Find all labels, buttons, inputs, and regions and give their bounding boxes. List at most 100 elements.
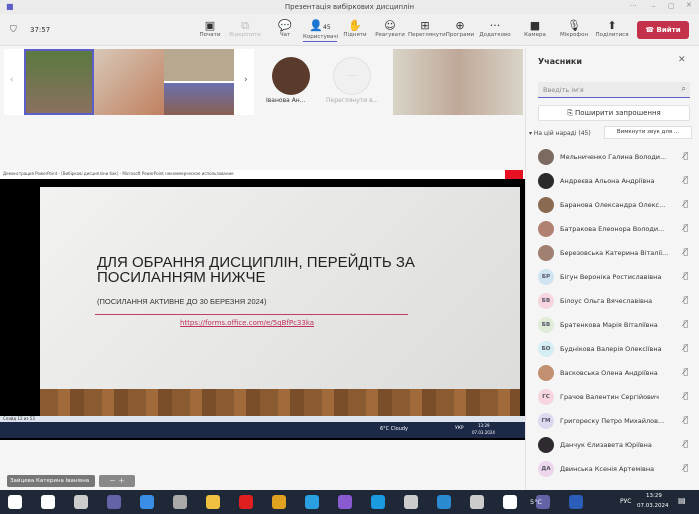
toolbar-camera-button[interactable]: ■ Камера (518, 20, 552, 39)
participant-row[interactable]: БВ Братенкова Марія Віталіївна 🎙̸ (538, 315, 688, 335)
avatar (538, 173, 554, 189)
avatar: ГС (538, 389, 554, 405)
maximize-button[interactable]: ▢ (668, 2, 675, 10)
view-more-button[interactable]: ··· (333, 57, 371, 95)
toolbar-screen-record-button[interactable]: ▣ Почати (193, 19, 227, 39)
ppt-titlebar: Демонстрация PowerPoint - [Вибіркові дис… (0, 170, 525, 179)
toolbar-chat-button[interactable]: 💬 Чат (268, 19, 302, 39)
meeting-timer: 37:57 (30, 26, 51, 34)
screen-record-icon: ▣ (204, 19, 216, 32)
participant-row[interactable]: Березовська Катерина Віталії... 🎙̸ (538, 243, 688, 263)
minimize-button[interactable]: – (652, 2, 656, 10)
toolbar-people-button[interactable]: 👤45 Користувачі (303, 19, 338, 42)
close-button[interactable]: ✕ (686, 1, 692, 9)
smile-icon: ☺ (384, 19, 396, 32)
more-icon[interactable]: ··· (630, 2, 637, 10)
mic-off-icon: 🎙̸ (683, 271, 688, 280)
toolbar-share-button[interactable]: ⬆ Поділитися (595, 20, 629, 39)
taskbar-app-icon[interactable] (206, 495, 220, 509)
participant-row[interactable]: БР Бігун Вероніка Ростиславівна 🎙̸ (538, 267, 688, 287)
avatar: ДА (538, 461, 554, 477)
participant-row[interactable]: БВ Білоус Ольга Вячеславівна 🎙̸ (538, 291, 688, 311)
chat-icon: 💬 (278, 19, 292, 32)
mic-off-icon: 🎙̸ (683, 319, 688, 328)
participant-row[interactable]: Баранова Олександра Олекс... 🎙̸ (538, 195, 688, 215)
avatar (538, 437, 554, 453)
participant-row[interactable]: Мельниченко Галина Володи... 🎙̸ (538, 147, 688, 167)
search-input[interactable]: Введіть ім'я ⌕ (538, 82, 690, 98)
prev-icon[interactable]: ‹ (10, 75, 14, 85)
avatar (538, 221, 554, 237)
toolbar-unpin-button[interactable]: ⧉ Відкріпити (228, 19, 262, 39)
taskbar-app-icon[interactable] (437, 495, 451, 509)
shared-taskbar: 6°C Cloudy УКР 13:29 07.03.2024 (0, 422, 525, 438)
people-icon: 👤45 (309, 19, 331, 32)
taskbar-app-icon[interactable] (371, 495, 385, 509)
slide-status: Слайд 12 из 53 (3, 416, 35, 421)
leave-button[interactable]: ☎ Вийти (637, 21, 689, 39)
clock-date: 07.03.2024 (637, 503, 669, 509)
panel-title: Учасники (538, 57, 582, 66)
toolbar-more-button[interactable]: ··· Додатково (478, 20, 512, 39)
mic-off-icon: 🎙̸ (683, 223, 688, 232)
invite-icon: ⎘ (567, 109, 576, 117)
video-tile[interactable] (164, 49, 234, 81)
avatar: БВ (538, 293, 554, 309)
zoom-controls[interactable]: − + (99, 475, 135, 487)
taskbar-app-icon[interactable] (305, 495, 319, 509)
mute-all-button[interactable]: Вимкнути звук для ... (604, 126, 692, 139)
participant-row[interactable]: Батракова Елеонора Володи... 🎙̸ (538, 219, 688, 239)
mic-off-icon: 🎙̸ (683, 199, 688, 208)
avatar (538, 197, 554, 213)
toolbar-view-grid-button[interactable]: ⊞ Переглянути (408, 19, 446, 39)
participant-row[interactable]: Васковська Олена Андріївна 🎙̸ (538, 363, 688, 383)
unpin-icon: ⧉ (241, 19, 249, 32)
presenter-label: Зайцева Катерина Іванівна (7, 475, 95, 487)
next-icon[interactable]: › (244, 75, 248, 85)
taskbar-app-icon[interactable] (74, 495, 88, 509)
taskbar-app-icon[interactable] (41, 495, 55, 509)
shield-icon: ⛉ (10, 25, 17, 35)
taskbar-app-icon[interactable] (107, 495, 121, 509)
participant-row[interactable]: Андреєва Альона Андріївна 🎙̸ (538, 171, 688, 191)
search-icon: ⌕ (681, 84, 686, 93)
ppt-window-title: Демонстрация PowerPoint - [Вибіркові дис… (3, 171, 234, 176)
participant-row[interactable]: ГМ Григореску Петро Михайлов... 🎙̸ (538, 411, 688, 431)
video-tile[interactable] (164, 83, 234, 115)
mic-off-icon: 🎙̸ (683, 391, 688, 400)
taskbar-app-icon[interactable] (569, 495, 583, 509)
participant-row[interactable]: ГС Грачов Валентин Сергійович 🎙̸ (538, 387, 688, 407)
participant-row[interactable]: ДА Двинська Ксенія Артемівна 🎙̸ (538, 459, 688, 479)
avatar (538, 149, 554, 165)
toolbar-mic-off-button[interactable]: 🎙 Мікрофон (557, 20, 591, 39)
taskbar-app-icon[interactable] (140, 495, 154, 509)
video-carousel: ‹ › (4, 49, 254, 115)
toolbar-smile-button[interactable]: ☺ Реагувати (373, 19, 407, 39)
avatar: БР (538, 269, 554, 285)
video-tile[interactable] (94, 49, 164, 115)
taskbar-app-icon[interactable] (503, 495, 517, 509)
section-toggle[interactable]: ▾ На цій нараді (45) (529, 130, 591, 137)
view-more-label: Переглянути в... (326, 97, 379, 104)
view-grid-icon: ⊞ (420, 19, 430, 32)
taskbar-app-icon[interactable] (470, 495, 484, 509)
clock-time: 13:29 (646, 493, 662, 499)
notifications-icon[interactable]: ▤ (678, 496, 686, 505)
taskbar-app-icon[interactable] (8, 495, 22, 509)
shared-screen: ДЛЯ ОБРАННЯ ДИСЦИПЛІН, ПЕРЕЙДІТЬ ЗА ПОСИ… (0, 179, 525, 440)
slide-subtitle: (ПОСИЛАННЯ АКТИВНЕ ДО 30 БЕРЕЗНЯ 2024) (97, 297, 267, 306)
video-tile[interactable] (24, 49, 94, 115)
taskbar-app-icon[interactable] (173, 495, 187, 509)
close-panel-button[interactable]: ✕ (678, 55, 686, 65)
taskbar-app-icon[interactable] (239, 495, 253, 509)
invite-button[interactable]: ⎘ Поширити запрошення (538, 105, 690, 121)
lang-indicator[interactable]: РУС (620, 498, 631, 505)
participant-row[interactable]: БО Буднікова Валерія Олексіївна 🎙̸ (538, 339, 688, 359)
taskbar-app-icon[interactable] (272, 495, 286, 509)
participant-row[interactable]: Данчук Єлизавета Юріївна 🎙̸ (538, 435, 688, 455)
taskbar-app-icon[interactable] (404, 495, 418, 509)
date: 07.03.2024 (472, 430, 495, 435)
taskbar-app-icon[interactable] (338, 495, 352, 509)
toolbar-add-app-button[interactable]: ⊕ Програми (443, 20, 477, 39)
toolbar-raise-hand-button[interactable]: ✋ Підняти (338, 20, 372, 39)
